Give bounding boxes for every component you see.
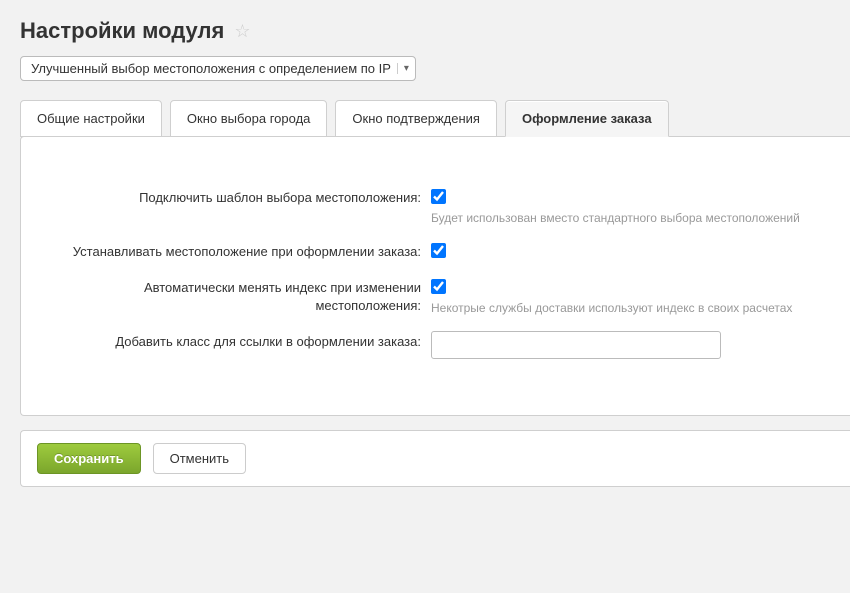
auto-index-label: Автоматически менять индекс при изменени… xyxy=(41,277,431,314)
chevron-down-icon: ▾ xyxy=(397,63,409,74)
actions-bar: Сохранить Отменить xyxy=(20,430,850,487)
tabs-bar: Общие настройки Окно выбора города Окно … xyxy=(0,99,850,136)
link-class-input[interactable] xyxy=(431,331,721,359)
set-on-checkout-checkbox[interactable] xyxy=(431,243,446,258)
enable-template-help: Будет использован вместо стандартного вы… xyxy=(431,211,830,225)
tab-general[interactable]: Общие настройки xyxy=(20,100,162,137)
tab-city-window[interactable]: Окно выбора города xyxy=(170,100,328,137)
link-class-label: Добавить класс для ссылки в оформлении з… xyxy=(41,331,431,351)
set-on-checkout-label: Устанавливать местоположение при оформле… xyxy=(41,241,431,261)
auto-index-help: Некотрые службы доставки используют инде… xyxy=(431,301,830,315)
settings-panel: Подключить шаблон выбора местоположения:… xyxy=(20,136,850,416)
page-title: Настройки модуля xyxy=(20,18,224,44)
module-select[interactable]: Улучшенный выбор местоположения с опреде… xyxy=(20,56,416,81)
save-button[interactable]: Сохранить xyxy=(37,443,141,474)
module-select-value: Улучшенный выбор местоположения с опреде… xyxy=(31,61,391,76)
auto-index-checkbox[interactable] xyxy=(431,279,446,294)
enable-template-checkbox[interactable] xyxy=(431,189,446,204)
cancel-button[interactable]: Отменить xyxy=(153,443,246,474)
favorite-star-icon[interactable]: ☆ xyxy=(234,21,250,42)
enable-template-label: Подключить шаблон выбора местоположения: xyxy=(41,187,431,207)
tab-checkout[interactable]: Оформление заказа xyxy=(505,100,669,137)
tab-confirm-window[interactable]: Окно подтверждения xyxy=(335,100,497,137)
